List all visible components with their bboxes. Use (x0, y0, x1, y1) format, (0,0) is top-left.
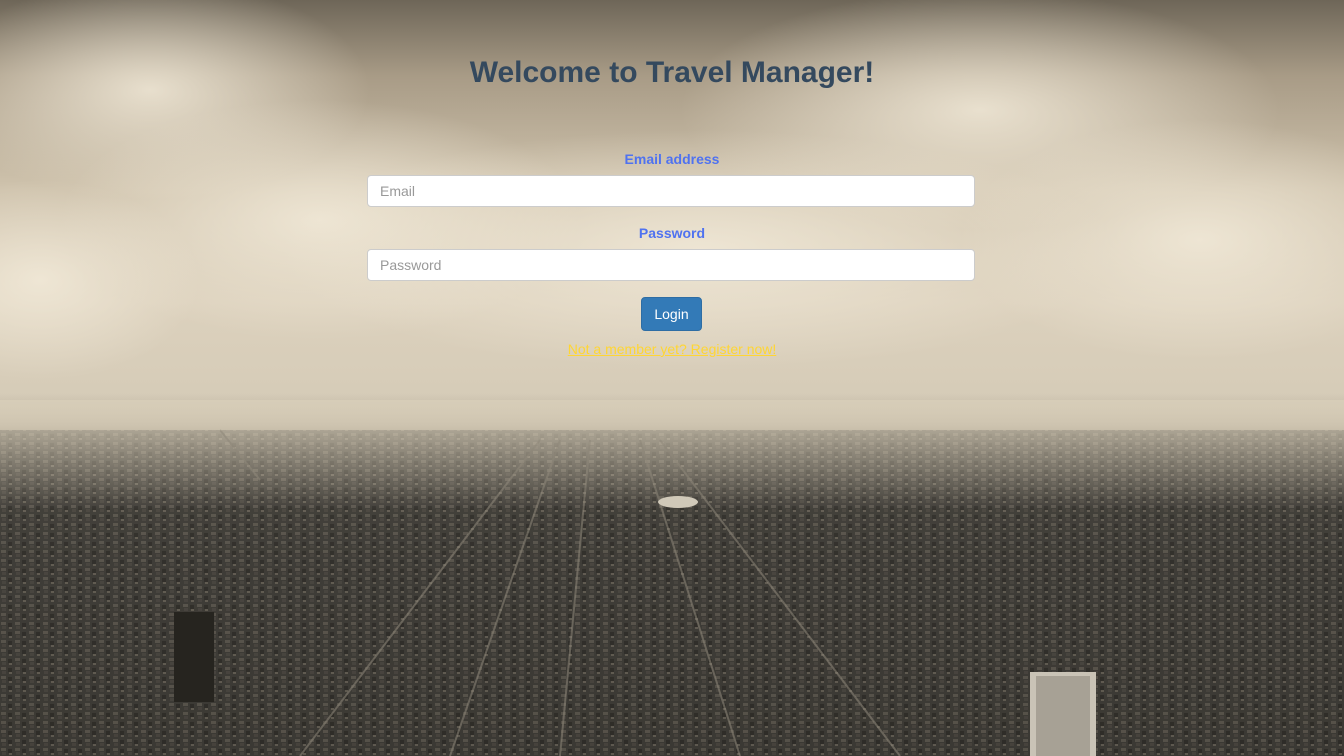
register-link[interactable]: Not a member yet? Register now! (568, 341, 777, 357)
page-title: Welcome to Travel Manager! (469, 56, 875, 89)
email-label: Email address (624, 151, 720, 167)
password-label: Password (638, 225, 706, 241)
register-link-row: Not a member yet? Register now! (0, 341, 1344, 357)
password-input[interactable] (367, 249, 975, 281)
email-input[interactable] (367, 175, 975, 207)
city-skyline-photo (0, 0, 1344, 756)
login-button[interactable]: Login (641, 297, 702, 331)
city-background-image (0, 0, 1344, 756)
